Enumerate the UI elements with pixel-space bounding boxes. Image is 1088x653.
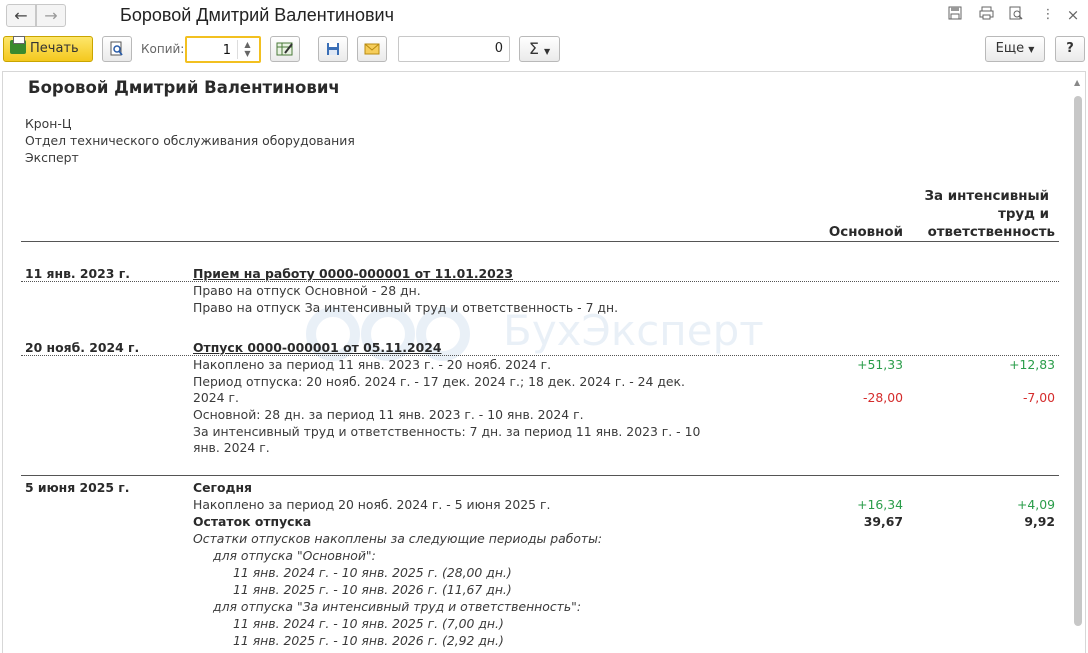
toolbar: Печать Копий: 1 ▲ ▼ 0 Σ ▼ Еще ▼ ? xyxy=(0,34,1088,66)
section-3-accrued-extra: +4,09 xyxy=(1017,497,1055,512)
column-header-extra-1: За интенсивный xyxy=(924,189,1049,204)
window-title: Боровой Дмитрий Валентинович xyxy=(120,5,394,25)
section-1-document-link[interactable]: Прием на работу 0000-000001 от 11.01.202… xyxy=(193,266,513,281)
section-3-title: Сегодня xyxy=(193,480,253,495)
report-title: Боровой Дмитрий Валентинович xyxy=(28,78,340,97)
section-2-line-4: Основной: 28 дн. за период 11 янв. 2023 … xyxy=(193,407,584,422)
arrow-right-icon: → xyxy=(44,6,58,25)
floppy-icon xyxy=(327,43,339,55)
print-button[interactable]: Печать xyxy=(3,36,93,62)
more-button[interactable]: Еще ▼ xyxy=(985,36,1045,62)
remainders-extra-label: для отпуска "За интенсивный труд и ответ… xyxy=(213,599,582,614)
column-header-main: Основной xyxy=(828,225,903,240)
section-3-line-1: Накоплено за период 20 нояб. 2024 г. - 5… xyxy=(193,497,551,512)
section-2-line-5: За интенсивный труд и ответственность: 7… xyxy=(193,424,701,439)
section-2-date: 20 нояб. 2024 г. xyxy=(25,340,140,355)
preview-icon[interactable] xyxy=(1007,6,1025,24)
send-email-button[interactable] xyxy=(357,36,387,62)
close-icon[interactable]: × xyxy=(1064,6,1082,24)
section-1-line-2: Право на отпуск За интенсивный труд и от… xyxy=(193,300,619,315)
balance-main: 39,67 xyxy=(863,514,903,529)
chevron-down-icon[interactable]: ▼ xyxy=(244,49,250,58)
copies-stepper[interactable]: ▲ ▼ xyxy=(237,40,257,59)
section-3-date: 5 июня 2025 г. xyxy=(25,480,130,495)
scroll-up-icon[interactable]: ▲ xyxy=(1074,78,1080,87)
remainders-header: Остатки отпусков накоплены за следующие … xyxy=(193,531,603,546)
save-file-button[interactable] xyxy=(318,36,348,62)
section-3-divider xyxy=(21,475,1059,476)
caret-down-icon: ▼ xyxy=(544,47,551,56)
print-preview-button[interactable] xyxy=(102,36,132,62)
caret-down-icon: ▼ xyxy=(1028,45,1035,54)
section-2-document-link[interactable]: Отпуск 0000-000001 от 05.11.2024 xyxy=(193,340,441,355)
section-2-used-main: -28,00 xyxy=(863,390,903,405)
scrollbar-thumb[interactable] xyxy=(1074,96,1082,626)
more-vertical-icon[interactable]: ⋮ xyxy=(1039,6,1057,24)
organization: Крон-Ц xyxy=(25,116,72,131)
section-2-line-6: янв. 2024 г. xyxy=(193,440,270,455)
remainders-main-label: для отпуска "Основной": xyxy=(213,548,376,563)
position: Эксперт xyxy=(25,150,79,165)
sum-button[interactable]: Σ ▼ xyxy=(519,36,560,62)
envelope-icon xyxy=(364,43,380,55)
more-label: Еще xyxy=(995,41,1025,56)
remainders-main-item-2: 11 янв. 2025 г. - 10 янв. 2026 г. (11,67… xyxy=(233,582,512,597)
title-bar: ← → Боровой Дмитрий Валентинович ⋮ × xyxy=(0,0,1088,32)
report-document[interactable]: БухЭксперт Боровой Дмитрий Валентинович … xyxy=(2,71,1086,653)
section-1-date: 11 янв. 2023 г. xyxy=(25,266,130,281)
forward-button[interactable]: → xyxy=(36,4,66,27)
remainders-main-item-1: 11 янв. 2024 г. - 10 янв. 2025 г. (28,00… xyxy=(233,565,512,580)
vertical-scrollbar[interactable]: ▲ xyxy=(1071,72,1085,653)
balance-label: Остаток отпуска xyxy=(193,514,312,529)
arrow-left-icon: ← xyxy=(14,6,28,25)
section-2-line-3: 2024 г. xyxy=(193,390,239,405)
section-2-used-extra: -7,00 xyxy=(1022,390,1055,405)
section-2-line-2: Период отпуска: 20 нояб. 2024 г. - 17 де… xyxy=(193,374,685,389)
back-button[interactable]: ← xyxy=(6,4,36,27)
header-divider xyxy=(21,241,1059,242)
section-2-line-1: Накоплено за период 11 янв. 2023 г. - 20… xyxy=(193,357,552,372)
section-3-accrued-main: +16,34 xyxy=(857,497,903,512)
section-1-divider xyxy=(21,281,1059,282)
section-1-line-1: Право на отпуск Основной - 28 дн. xyxy=(193,283,421,298)
help-button[interactable]: ? xyxy=(1055,36,1085,62)
edit-table-icon xyxy=(276,42,293,56)
save-icon[interactable] xyxy=(946,6,964,24)
copies-input[interactable]: 1 ▲ ▼ xyxy=(185,36,261,63)
remainders-extra-item-2: 11 янв. 2025 г. - 10 янв. 2026 г. (2,92 … xyxy=(233,633,504,648)
copies-label: Копий: xyxy=(141,42,185,56)
column-header-extra-3: ответственность xyxy=(927,225,1055,240)
preview-page-icon xyxy=(110,41,123,56)
section-2-accrued-main: +51,33 xyxy=(857,357,903,372)
balance-extra: 9,92 xyxy=(1024,514,1055,529)
chevron-up-icon[interactable]: ▲ xyxy=(244,40,250,49)
sum-label: Σ xyxy=(528,39,539,58)
section-2-divider xyxy=(21,355,1059,356)
sum-value-field[interactable]: 0 xyxy=(398,36,510,62)
print-label: Печать xyxy=(30,41,79,56)
copies-value: 1 xyxy=(222,43,231,58)
section-2-accrued-extra: +12,83 xyxy=(1009,357,1055,372)
print-icon[interactable] xyxy=(977,6,995,24)
printer-icon xyxy=(10,36,26,54)
remainders-extra-item-1: 11 янв. 2024 г. - 10 янв. 2025 г. (7,00 … xyxy=(233,616,504,631)
column-header-extra-2: труд и xyxy=(998,207,1049,222)
department: Отдел технического обслуживания оборудов… xyxy=(25,133,355,148)
edit-document-button[interactable] xyxy=(270,36,300,62)
